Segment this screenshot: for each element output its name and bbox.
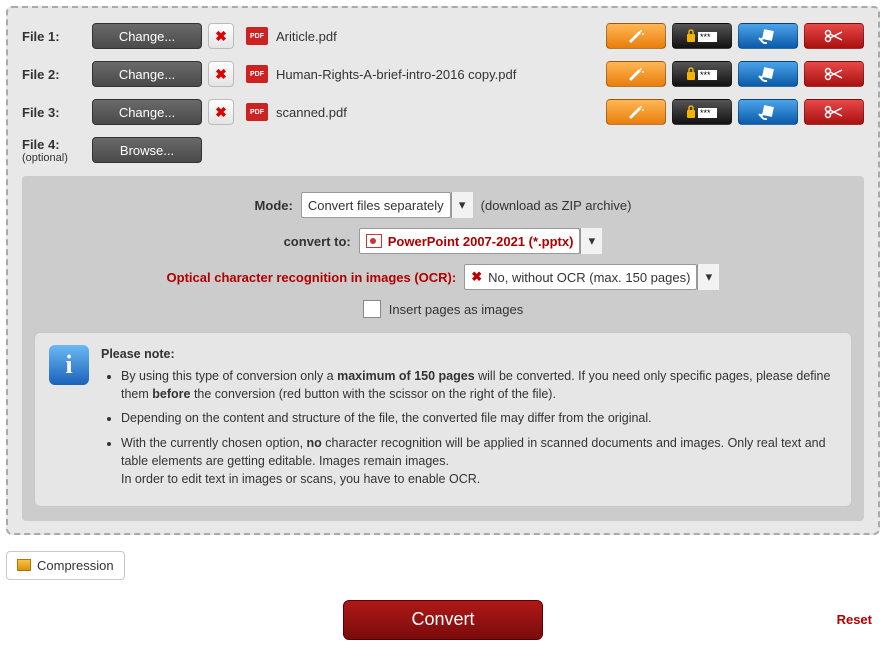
note-item-3: With the currently chosen option, no cha… [121,434,837,488]
note-box: i Please note: By using this type of con… [34,332,852,507]
mode-label: Mode: [255,198,293,213]
bottom-bar: Convert Reset [0,590,886,658]
info-icon: i [49,345,89,385]
scissor-button[interactable] [804,23,864,49]
settings-panel: Mode: Convert files separately ▾ (downlo… [22,176,864,521]
password-button[interactable]: *** [672,23,732,49]
file-row-1: File 1:Change...✖ Ariticle.pdf *** [22,20,864,52]
note-title: Please note: [101,347,175,361]
ocr-select[interactable]: ✖No, without OCR (max. 150 pages) ▾ [464,264,719,290]
chevron-down-icon: ▾ [451,192,473,218]
ocr-row: Optical character recognition in images … [34,264,852,290]
scissor-button[interactable] [804,99,864,125]
file-label: File 3: [22,105,92,120]
file-label: File 2: [22,67,92,82]
delete-button[interactable]: ✖ [208,23,234,49]
magic-wand-button[interactable] [606,99,666,125]
rotate-button[interactable] [738,99,798,125]
delete-button[interactable]: ✖ [208,99,234,125]
password-button[interactable]: *** [672,99,732,125]
reset-link[interactable]: Reset [837,612,872,627]
chevron-down-icon: ▾ [580,228,602,254]
convert-to-select[interactable]: PowerPoint 2007-2021 (*.pptx) ▾ [359,228,603,254]
mode-row: Mode: Convert files separately ▾ (downlo… [34,192,852,218]
pdf-icon [246,27,268,45]
mode-select[interactable]: Convert files separately ▾ [301,192,473,218]
convert-to-row: convert to: PowerPoint 2007-2021 (*.pptx… [34,228,852,254]
file-name: Ariticle.pdf [276,29,337,44]
file-name: Human-Rights-A-brief-intro-2016 copy.pdf [276,67,516,82]
pdf-icon [246,103,268,121]
note-item-1: By using this type of conversion only a … [121,367,837,403]
chevron-down-icon: ▾ [697,264,719,290]
note-item-2: Depending on the content and structure o… [121,409,837,427]
change-button[interactable]: Change... [92,61,202,87]
svg-text:***: *** [700,70,711,80]
rotate-button[interactable] [738,61,798,87]
compression-button[interactable]: Compression [6,551,125,580]
browse-button[interactable]: Browse... [92,137,202,163]
change-button[interactable]: Change... [92,23,202,49]
magic-wand-button[interactable] [606,23,666,49]
svg-text:***: *** [700,32,711,42]
row-actions: *** [606,23,864,49]
mode-hint: (download as ZIP archive) [481,198,632,213]
file-name: scanned.pdf [276,105,347,120]
insert-images-label: Insert pages as images [389,302,523,317]
pptx-icon [366,234,382,248]
upload-panel: File 1:Change...✖Ariticle.pdf***File 2:C… [6,6,880,535]
file-label: File 1: [22,29,92,44]
row-actions: *** [606,99,864,125]
convert-button[interactable]: Convert [343,600,543,640]
file4-label: File 4: (optional) [22,137,92,164]
insert-images-checkbox[interactable] [363,300,381,318]
note-content: Please note: By using this type of conve… [101,345,837,494]
magic-wand-button[interactable] [606,61,666,87]
insert-images-row: Insert pages as images [34,300,852,318]
x-icon: ✖ [471,269,482,285]
file-row-3: File 3:Change...✖ scanned.pdf *** [22,96,864,128]
ocr-label: Optical character recognition in images … [167,270,457,285]
file-row-4: File 4: (optional) Browse... [22,134,864,166]
file-row-2: File 2:Change...✖ Human-Rights-A-brief-in… [22,58,864,90]
rotate-button[interactable] [738,23,798,49]
delete-button[interactable]: ✖ [208,61,234,87]
svg-text:***: *** [700,108,711,118]
scissor-button[interactable] [804,61,864,87]
password-button[interactable]: *** [672,61,732,87]
pdf-icon [246,65,268,83]
convert-to-label: convert to: [284,234,351,249]
row-actions: *** [606,61,864,87]
change-button[interactable]: Change... [92,99,202,125]
compression-icon [17,559,31,571]
